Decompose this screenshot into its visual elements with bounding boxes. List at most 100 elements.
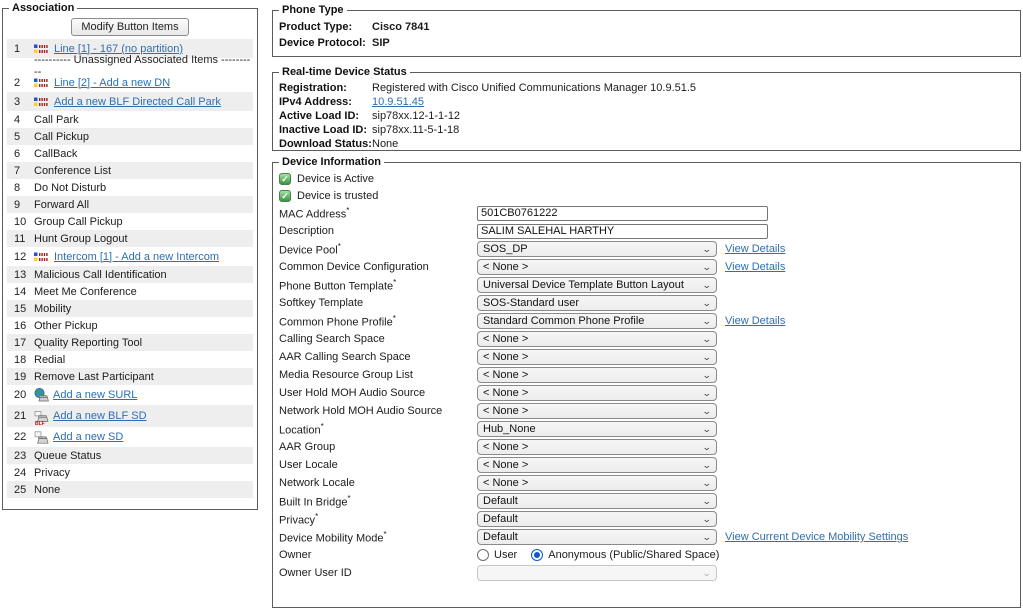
association-row-number: 19 [7,371,34,383]
built-in-bridge-selected-value: Default [483,495,518,507]
association-row-link[interactable]: Add a new BLF SD [53,410,147,422]
device-information-form: MAC Address*DescriptionDevice Pool*SOS_D… [277,204,1016,582]
association-row-number: 10 [7,216,34,228]
association-row-label: Meet Me Conference [34,286,137,298]
mac-address-input[interactable] [477,206,768,221]
association-row-number: 21 [7,410,34,422]
phone-button-template-selected-value: Universal Device Template Button Layout [483,279,684,291]
association-row-number: 3 [7,96,34,108]
location-label: Location* [279,422,477,437]
calling-search-space-select[interactable]: < None >⌄ [477,331,717,347]
device-mobility-mode-select[interactable]: Default⌄ [477,529,717,545]
network-locale-select[interactable]: < None >⌄ [477,475,717,491]
green-check-icon: ✓ [279,173,291,185]
association-row-link[interactable]: Add a new SD [53,431,123,443]
calling-search-space-label: Calling Search Space [279,333,477,345]
association-row-link[interactable]: Add a new BLF Directed Call Park [54,96,221,108]
common-phone-profile-control: Standard Common Phone Profile⌄ [477,313,717,329]
description-input[interactable] [477,224,768,239]
phone-button-template-select[interactable]: Universal Device Template Button Layout ⌄ [477,277,717,293]
form-row-softkey-template: Softkey TemplateSOS-Standard user⌄ [279,294,1016,312]
privacy-select[interactable]: Default⌄ [477,511,717,527]
association-row-number: 15 [7,303,34,315]
owner-user-id-select: ⌄ [477,565,717,581]
association-row: 14Meet Me Conference [7,283,253,300]
phone-type-row: Device Protocol:SIP [279,36,1016,50]
required-asterisk: * [384,530,387,539]
association-row-label: Other Pickup [34,320,98,332]
form-row-network-hold-moh-audio-source: Network Hold MOH Audio Source< None >⌄ [279,402,1016,420]
network-hold-moh-audio-source-selected-value: < None > [483,405,528,417]
association-row-link[interactable]: Intercom [1] - Add a new Intercom [54,251,219,263]
form-row-location: Location*Hub_None⌄ [279,420,1016,438]
location-select[interactable]: Hub_None⌄ [477,421,717,437]
association-row-number: 20 [7,389,34,401]
association-list: 1 Line [1] - 167 (no partition)---------… [7,39,253,498]
association-row-number: 4 [7,114,34,126]
association-row-link[interactable]: Line [2] - Add a new DN [54,77,170,89]
chevron-down-icon: ⌄ [702,371,712,380]
realtime-status-row: IPv4 Address:10.9.51.45 [279,95,1016,108]
description-label: Description [279,225,477,237]
association-row: 11Hunt Group Logout [7,230,253,247]
privacy-label: Privacy* [279,512,477,527]
required-asterisk: * [393,278,396,287]
association-row-number: 12 [7,251,34,263]
form-row-common-phone-profile: Common Phone Profile*Standard Common Pho… [279,312,1016,330]
device-pool-select[interactable]: SOS_DP⌄ [477,241,717,257]
association-row-label: Redial [34,354,65,366]
device-mobility-mode-details-link[interactable]: View Current Device Mobility Settings [725,531,908,543]
association-row-label: Remove Last Participant [34,371,154,383]
aar-group-select[interactable]: < None >⌄ [477,439,717,455]
privacy-selected-value: Default [483,513,518,525]
chevron-down-icon: ⌄ [702,281,712,290]
association-panel: Association Modify Button Items 1 Line [… [2,2,258,510]
user-hold-moh-audio-source-select[interactable]: < None >⌄ [477,385,717,401]
association-row-number: 13 [7,269,34,281]
network-hold-moh-audio-source-label: Network Hold MOH Audio Source [279,405,477,417]
common-phone-profile-select[interactable]: Standard Common Phone Profile⌄ [477,313,717,329]
field-label: Device Protocol: [279,37,372,49]
common-phone-profile-details-link[interactable]: View Details [725,315,785,327]
association-row-number: 25 [7,484,34,496]
media-resource-group-list-select[interactable]: < None >⌄ [477,367,717,383]
association-row-label: Queue Status [34,450,101,462]
device-pool-control: SOS_DP⌄ [477,241,717,257]
association-row-label: None [34,484,60,496]
common-device-configuration-select[interactable]: < None >⌄ [477,259,717,275]
user-hold-moh-audio-source-selected-value: < None > [483,387,528,399]
chevron-down-icon: ⌄ [702,425,712,434]
owner-control: UserAnonymous (Public/Shared Space) [477,549,733,561]
softkey-template-select[interactable]: SOS-Standard user⌄ [477,295,717,311]
form-row-phone-button-template: Phone Button Template*Universal Device T… [279,276,1016,294]
ipv4-address-link[interactable]: 10.9.51.45 [372,96,424,108]
realtime-device-status-section: Real-time Device Status Registration:Reg… [272,66,1021,151]
association-row-link[interactable]: Add a new SURL [53,389,137,401]
built-in-bridge-select[interactable]: Default⌄ [477,493,717,509]
device-pool-details-link[interactable]: View Details [725,243,785,255]
aar-calling-search-space-selected-value: < None > [483,351,528,363]
network-hold-moh-audio-source-select[interactable]: < None >⌄ [477,403,717,419]
realtime-status-rows: Registration:Registered with Cisco Unifi… [277,81,1016,150]
modify-button-items-button[interactable]: Modify Button Items [71,18,188,36]
user-hold-moh-audio-source-control: < None >⌄ [477,385,717,401]
user-locale-select[interactable]: < None > ⌄ [477,457,717,473]
device-status-check-row: ✓Device is Active [279,170,1016,187]
common-device-configuration-details-link[interactable]: View Details [725,261,785,273]
association-row-number: 24 [7,467,34,479]
user-locale-selected-value: < None > [483,459,528,471]
required-asterisk: * [346,206,349,215]
chevron-down-icon: ⌄ [702,461,712,470]
chevron-down-icon: ⌄ [702,533,712,542]
association-row: 13Malicious Call Identification [7,266,253,283]
common-device-configuration-label: Common Device Configuration [279,261,477,273]
association-row-label: Hunt Group Logout [34,233,128,245]
realtime-status-row: Download Status:None [279,137,1016,150]
association-row-number: 6 [7,148,34,160]
aar-calling-search-space-select[interactable]: < None >⌄ [477,349,717,365]
owner-radio[interactable] [477,549,489,561]
device-status-checks: ✓Device is Active✓Device is trusted [277,170,1016,204]
line-icon [34,78,50,88]
phone-type-rows: Product Type:Cisco 7841Device Protocol:S… [277,20,1016,50]
owner-radio-selected[interactable] [531,549,543,561]
